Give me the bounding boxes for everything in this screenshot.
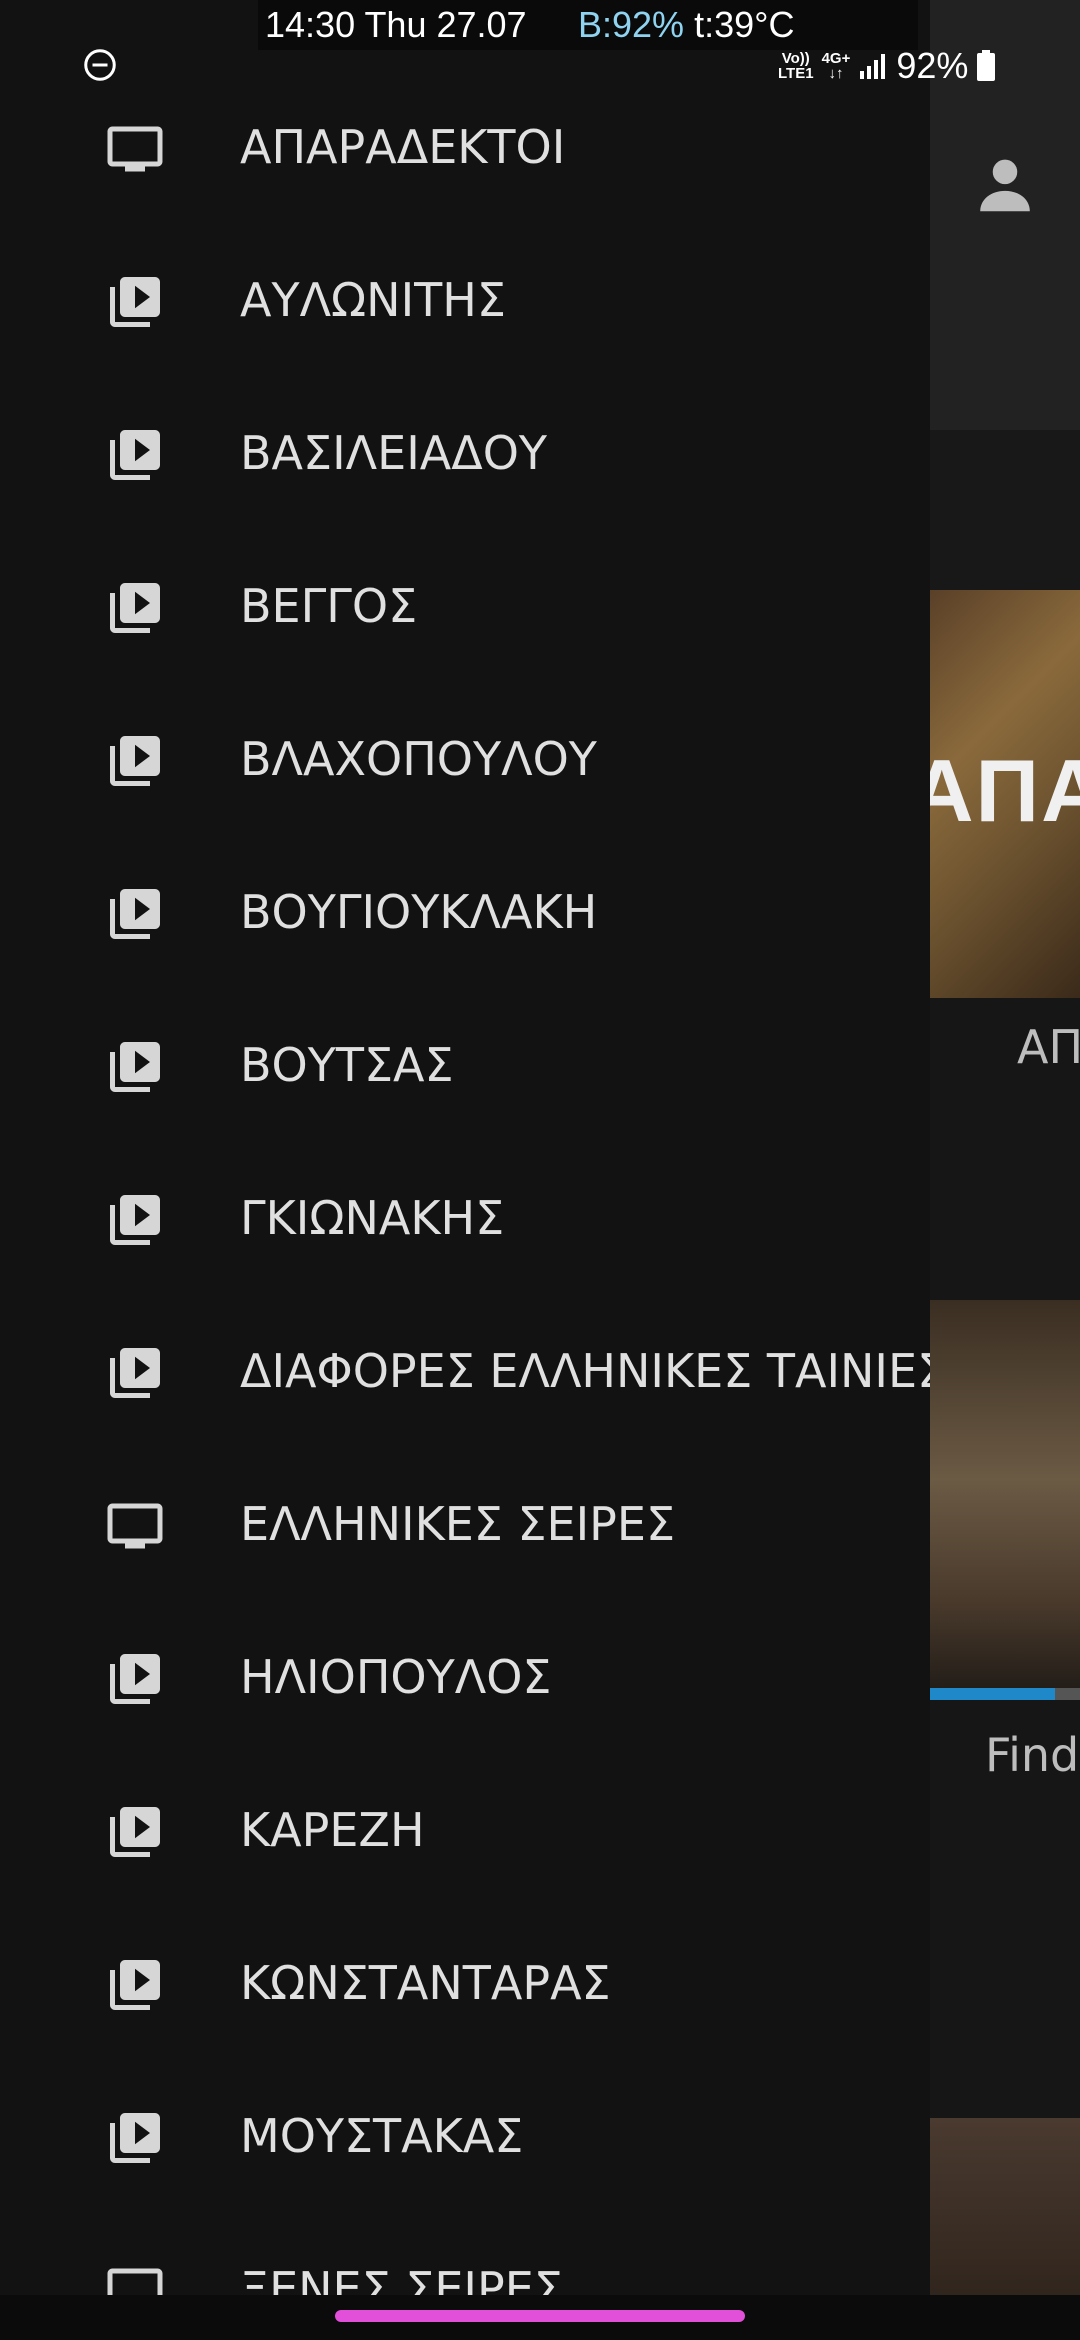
drawer-item[interactable]: ΒΑΣΙΛΕΙΑΔΟΥ — [0, 405, 930, 558]
drawer-item-label: ΚΑΡΕΖΗ — [240, 1803, 425, 1857]
drawer-item[interactable]: ΑΥΛΩΝΙΤΗΣ — [0, 252, 930, 405]
video-library-icon — [105, 731, 165, 791]
tv-icon — [105, 2261, 165, 2295]
status-bar: 14:30 Thu 27.07 B:92% t:39°C Vo)) LTE1 4… — [0, 0, 1080, 86]
drawer-item[interactable]: ΒΟΥΓΙΟΥΚΛΑΚΗ — [0, 864, 930, 1017]
profile-icon[interactable] — [970, 150, 1040, 220]
do-not-disturb-icon — [84, 49, 116, 81]
video-library-icon — [105, 2108, 165, 2168]
watch-progress-track — [1055, 1688, 1080, 1700]
drawer-item-label: ΕΛΛΗΝΙΚΕΣ ΣΕΙΡΕΣ — [240, 1497, 676, 1551]
video-library-icon — [105, 272, 165, 332]
status-right-icons: Vo)) LTE1 4G+ ↓↑ 92% — [778, 45, 996, 86]
video-library-icon — [105, 578, 165, 638]
drawer-item[interactable]: ΒΟΥΤΣΑΣ — [0, 1017, 930, 1170]
content-card-thumbnail[interactable] — [930, 1300, 1080, 1700]
battery-icon — [977, 50, 996, 81]
video-library-icon — [105, 1343, 165, 1403]
battery-percent: 92% — [896, 45, 969, 86]
video-library-icon — [105, 1955, 165, 2015]
volte-indicator: Vo)) LTE1 — [778, 50, 814, 82]
drawer-item-label: ΗΛΙΟΠΟΥΛΟΣ — [240, 1650, 552, 1704]
drawer-item-label: ΔΙΑΦΟΡΕΣ ΕΛΛΗΝΙΚΕΣ ΤΑΙΝΙΕΣ — [240, 1344, 930, 1398]
video-library-icon — [105, 1037, 165, 1097]
drawer-item-label: ΚΩΝΣΤΑΝΤΑΡΑΣ — [240, 1956, 611, 2010]
drawer-item-label: ΒΟΥΓΙΟΥΚΛΑΚΗ — [240, 885, 598, 939]
screen: ΑΠΑΡ ΑΠ Find ΑΠΑΡΑΔΕΚΤΟΙ ΑΥΛΩΝΙΤΗΣ ΒΑΣΙΛΕΙ… — [0, 0, 1080, 2340]
signal-icon — [860, 54, 886, 79]
drawer-item[interactable]: ΚΑΡΕΖΗ — [0, 1782, 930, 1935]
drawer-item[interactable]: ΗΛΙΟΠΟΥΛΟΣ — [0, 1629, 930, 1782]
drawer-item-label: ΑΥΛΩΝΙΤΗΣ — [240, 273, 506, 327]
background-strip — [930, 430, 1080, 590]
status-extra-info: B:92% t:39°C — [578, 4, 795, 46]
drawer-item-label: ΑΠΑΡΑΔΕΚΤΟΙ — [240, 120, 566, 174]
watch-progress-bar — [930, 1688, 1055, 1700]
temperature-label: t:39°C — [694, 4, 795, 45]
drawer-item[interactable]: ΞΕΝΕΣ ΣΕΙΡΕΣ — [0, 2241, 930, 2295]
drawer-item-label: ΒΑΣΙΛΕΙΑΔΟΥ — [240, 426, 547, 480]
drawer-item[interactable]: ΓΚΙΩΝΑΚΗΣ — [0, 1170, 930, 1323]
drawer-item[interactable]: ΕΛΛΗΝΙΚΕΣ ΣΕΙΡΕΣ — [0, 1476, 930, 1629]
drawer-item[interactable]: ΒΕΓΓΟΣ — [0, 558, 930, 711]
navigation-drawer: ΑΠΑΡΑΔΕΚΤΟΙ ΑΥΛΩΝΙΤΗΣ ΒΑΣΙΛΕΙΑΔΟΥ ΒΕΓΓΟΣ ΒΛΑ… — [0, 0, 930, 2295]
drawer-item[interactable]: ΔΙΑΦΟΡΕΣ ΕΛΛΗΝΙΚΕΣ ΤΑΙΝΙΕΣ — [0, 1323, 930, 1476]
drawer-item-label: ΓΚΙΩΝΑΚΗΣ — [240, 1191, 505, 1245]
status-time-date: 14:30 Thu 27.07 — [265, 4, 527, 45]
video-library-icon — [105, 1190, 165, 1250]
drawer-item[interactable]: ΚΩΝΣΤΑΝΤΑΡΑΣ — [0, 1935, 930, 2088]
drawer-item-label: ΜΟΥΣΤΑΚΑΣ — [240, 2109, 524, 2163]
drawer-item-label: ΒΛΑΧΟΠΟΥΛΟΥ — [240, 732, 597, 786]
video-library-icon — [105, 425, 165, 485]
drawer-item[interactable]: ΒΛΑΧΟΠΟΥΛΟΥ — [0, 711, 930, 864]
video-library-icon — [105, 1649, 165, 1709]
drawer-item[interactable]: ΜΟΥΣΤΑΚΑΣ — [0, 2088, 930, 2241]
content-card-title[interactable]: ΑΠ — [1017, 1020, 1080, 1074]
content-card-thumbnail[interactable]: ΑΠΑΡ — [930, 590, 1080, 998]
drawer-item[interactable]: ΑΠΑΡΑΔΕΚΤΟΙ — [0, 99, 930, 252]
card-overlay-text: ΑΠΑΡ — [930, 741, 1080, 840]
drawer-list: ΑΠΑΡΑΔΕΚΤΟΙ ΑΥΛΩΝΙΤΗΣ ΒΑΣΙΛΕΙΑΔΟΥ ΒΕΓΓΟΣ ΒΛΑ… — [0, 99, 930, 2295]
video-library-icon — [105, 884, 165, 944]
drawer-item-label: ΒΟΥΤΣΑΣ — [240, 1038, 454, 1092]
gesture-navigation-bar[interactable] — [335, 2310, 745, 2322]
drawer-item-label: ΞΕΝΕΣ ΣΕΙΡΕΣ — [240, 2262, 563, 2295]
tv-icon — [105, 1496, 165, 1556]
content-card-title[interactable]: Find — [985, 1728, 1079, 1782]
network-4g-indicator: 4G+ ↓↑ — [821, 50, 851, 82]
battery-label: B:92% — [578, 4, 685, 45]
tv-icon — [105, 119, 165, 179]
video-library-icon — [105, 1802, 165, 1862]
drawer-item-label: ΒΕΓΓΟΣ — [240, 579, 418, 633]
